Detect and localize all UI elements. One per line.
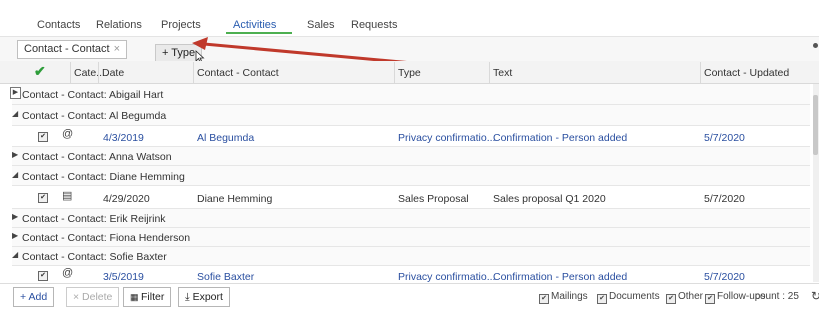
filter-icon: ▦	[130, 292, 142, 302]
email-icon: @	[62, 128, 74, 140]
group-row[interactable]: ▶ Contact - Contact: Abigail Hart	[10, 84, 810, 105]
tab-contacts[interactable]: Contacts	[37, 19, 80, 31]
tab-projects[interactable]: Projects	[161, 19, 201, 31]
export-icon: ⤓	[185, 291, 193, 303]
collapse-icon[interactable]: ◢	[12, 170, 18, 179]
documents-filter[interactable]: ✔ Documents	[597, 291, 660, 304]
row-checkbox[interactable]: ✔	[38, 132, 48, 142]
category-column-header[interactable]: Cate...	[74, 67, 105, 79]
expand-icon[interactable]: ▶	[12, 212, 18, 221]
group-label: Contact - Contact: Erik Reijrink	[22, 213, 166, 225]
row-checkbox[interactable]: ✔	[38, 193, 48, 203]
collapse-icon[interactable]: ◢	[12, 109, 18, 118]
tab-sales[interactable]: Sales	[307, 19, 335, 31]
table-row[interactable]: ✔ @ 3/5/2019 Sofie Baxter Privacy confir…	[12, 266, 810, 282]
add-button[interactable]: + Add	[13, 287, 55, 307]
expand-icon[interactable]: ▶	[12, 231, 18, 240]
tab-relations[interactable]: Relations	[96, 19, 142, 31]
checkbox-icon: ✔	[705, 294, 715, 304]
expand-icon[interactable]: ▶	[10, 87, 21, 99]
tab-bar: Contacts Relations Projects Activities S…	[0, 0, 819, 34]
record-count: count : 25	[755, 291, 799, 302]
email-icon: @	[62, 267, 74, 279]
row-checkbox[interactable]: ✔	[38, 271, 48, 281]
column-divider	[98, 62, 99, 83]
collapse-icon[interactable]: ◢	[12, 250, 18, 259]
row-updated: 5/7/2020	[704, 271, 745, 282]
row-type: Privacy confirmatio...	[398, 271, 496, 282]
text-column-header[interactable]: Text	[493, 67, 512, 79]
export-label: Export	[192, 291, 223, 303]
group-row[interactable]: ▶ Contact - Contact: Anna Watson	[12, 147, 810, 166]
group-label: Contact - Contact: Diane Hemming	[22, 171, 185, 183]
row-text: Confirmation - Person added	[493, 271, 628, 282]
document-icon: ▤	[62, 190, 73, 202]
column-divider	[193, 62, 194, 83]
column-divider	[489, 62, 490, 83]
mailings-filter[interactable]: ✔ Mailings	[539, 291, 588, 304]
row-contact[interactable]: Diane Hemming	[197, 193, 272, 205]
column-divider	[394, 62, 395, 83]
updated-column-header[interactable]: Contact - Updated	[704, 67, 789, 79]
row-text: Sales proposal Q1 2020	[493, 193, 606, 205]
group-row[interactable]: ▶ Contact - Contact: Erik Reijrink	[12, 209, 810, 228]
group-chip[interactable]: Contact - Contact ×	[17, 40, 128, 59]
column-divider	[70, 62, 71, 83]
export-button[interactable]: ⤓ Export	[178, 287, 230, 307]
filter-label: Filter	[141, 291, 165, 303]
row-text: Confirmation - Person added	[493, 132, 628, 144]
row-type: Privacy confirmatio...	[398, 132, 496, 144]
delete-button[interactable]: × Delete	[66, 287, 120, 307]
grid-header: ✔ Cate... Date Contact - Contact Type Te…	[0, 61, 819, 84]
scrollbar-thumb[interactable]	[813, 95, 818, 155]
table-row[interactable]: ✔ ▤ 4/29/2020 Diane Hemming Sales Propos…	[12, 186, 810, 209]
expand-icon[interactable]: ▶	[12, 150, 18, 159]
row-date: 4/3/2019	[103, 132, 144, 144]
footer-toolbar: + Add × Delete ▦ Filter ⤓ Export ✔ Mailin…	[0, 283, 819, 310]
checkbox-icon: ✔	[597, 294, 607, 304]
check-column-header-icon[interactable]: ✔	[34, 63, 46, 80]
group-label: Contact - Contact: Abigail Hart	[22, 89, 164, 101]
group-row[interactable]: ◢ Contact - Contact: Diane Hemming	[12, 166, 810, 186]
checkbox-icon: ✔	[539, 294, 549, 304]
row-contact[interactable]: Al Begumda	[197, 132, 254, 144]
panel-edge-icon	[813, 43, 818, 48]
table-row[interactable]: ✔ @ 4/3/2019 Al Begumda Privacy confirma…	[12, 126, 810, 147]
checkbox-icon: ✔	[666, 294, 676, 304]
row-contact[interactable]: Sofie Baxter	[197, 271, 254, 282]
date-column-header[interactable]: Date	[102, 67, 124, 79]
row-type: Sales Proposal	[398, 193, 469, 205]
group-row[interactable]: ◢ Contact - Contact: Al Begumda	[12, 105, 810, 126]
filter-option-label: Mailings	[551, 291, 588, 302]
filter-option-label: Documents	[609, 291, 660, 302]
filter-button[interactable]: ▦ Filter	[123, 287, 172, 307]
close-icon[interactable]: ×	[114, 43, 120, 55]
column-divider	[700, 62, 701, 83]
type-column-header[interactable]: Type	[398, 67, 421, 79]
row-updated: 5/7/2020	[704, 132, 745, 144]
refresh-icon[interactable]: ↻	[811, 289, 819, 303]
filter-option-label: Other	[678, 291, 704, 302]
group-label: Contact - Contact: Al Begumda	[22, 110, 167, 122]
active-tab-indicator	[226, 32, 292, 34]
group-label: Contact - Contact: Anna Watson	[22, 151, 172, 163]
tab-activities[interactable]: Activities	[233, 19, 276, 31]
row-date: 3/5/2019	[103, 271, 144, 282]
group-label: Contact - Contact: Fiona Henderson	[22, 232, 191, 244]
contact-column-header[interactable]: Contact - Contact	[197, 67, 279, 79]
group-label: Contact - Contact: Sofie Baxter	[22, 251, 167, 263]
other-filter[interactable]: ✔ Other	[666, 291, 703, 304]
group-row[interactable]: ◢ Contact - Contact: Sofie Baxter	[12, 247, 810, 266]
group-row[interactable]: ▶ Contact - Contact: Fiona Henderson	[12, 228, 810, 247]
tab-requests[interactable]: Requests	[351, 19, 397, 31]
group-chip-label: Contact - Contact	[24, 43, 110, 55]
row-date: 4/29/2020	[103, 193, 150, 205]
row-updated: 5/7/2020	[704, 193, 745, 205]
